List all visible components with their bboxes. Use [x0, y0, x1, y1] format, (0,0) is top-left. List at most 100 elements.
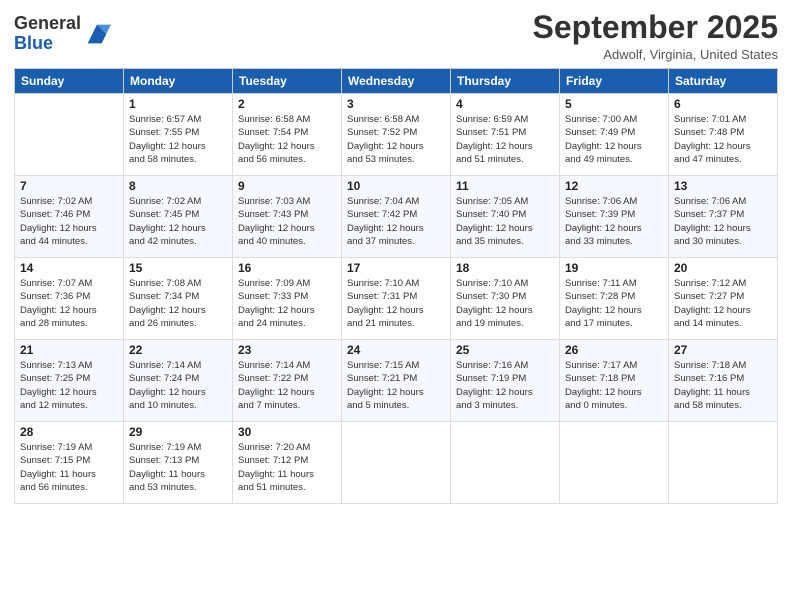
day-info: Sunrise: 7:02 AMSunset: 7:46 PMDaylight:… — [20, 195, 118, 248]
table-row: 22 Sunrise: 7:14 AMSunset: 7:24 PMDayligh… — [124, 340, 233, 422]
table-row: 3 Sunrise: 6:58 AMSunset: 7:52 PMDaylight… — [342, 94, 451, 176]
calendar-table: Sunday Monday Tuesday Wednesday Thursday… — [14, 68, 778, 504]
day-number: 16 — [238, 261, 336, 275]
calendar-week-row: 21Sunrise: 7:13 AMSunset: 7:25 PMDayligh… — [15, 340, 778, 422]
day-number: 25 — [456, 343, 554, 357]
day-number: 17 — [347, 261, 445, 275]
day-number: 29 — [129, 425, 227, 439]
day-number: 23 — [238, 343, 336, 357]
table-row: 21Sunrise: 7:13 AMSunset: 7:25 PMDayligh… — [15, 340, 124, 422]
day-number: 1 — [129, 97, 227, 111]
logo-icon — [83, 20, 111, 48]
col-wednesday: Wednesday — [342, 69, 451, 94]
day-number: 15 — [129, 261, 227, 275]
table-row: 7 Sunrise: 7:02 AMSunset: 7:46 PMDaylight… — [15, 176, 124, 258]
day-number: 28 — [20, 425, 118, 439]
table-row — [15, 94, 124, 176]
day-info: Sunrise: 7:07 AMSunset: 7:36 PMDaylight:… — [20, 277, 118, 330]
main-container: General Blue September 2025 Adwolf, Virg… — [0, 0, 792, 514]
col-saturday: Saturday — [669, 69, 778, 94]
day-info: Sunrise: 6:59 AMSunset: 7:51 PMDaylight:… — [456, 113, 554, 166]
table-row: 1 Sunrise: 6:57 AMSunset: 7:55 PMDaylight… — [124, 94, 233, 176]
day-number: 26 — [565, 343, 663, 357]
logo-blue: Blue — [14, 33, 53, 53]
table-row: 29 Sunrise: 7:19 AMSunset: 7:13 PMDayligh… — [124, 422, 233, 504]
table-row: 14 Sunrise: 7:07 AMSunset: 7:36 PMDayligh… — [15, 258, 124, 340]
logo-text: General Blue — [14, 14, 81, 54]
calendar-week-row: 28 Sunrise: 7:19 AMSunset: 7:15 PMDayligh… — [15, 422, 778, 504]
table-row: 27Sunrise: 7:18 AMSunset: 7:16 PMDayligh… — [669, 340, 778, 422]
day-number: 2 — [238, 97, 336, 111]
table-row: 24Sunrise: 7:15 AMSunset: 7:21 PMDayligh… — [342, 340, 451, 422]
day-number: 9 — [238, 179, 336, 193]
col-monday: Monday — [124, 69, 233, 94]
day-info: Sunrise: 7:01 AMSunset: 7:48 PMDaylight:… — [674, 113, 772, 166]
table-row: 6 Sunrise: 7:01 AMSunset: 7:48 PMDaylight… — [669, 94, 778, 176]
day-info: Sunrise: 7:15 AMSunset: 7:21 PMDaylight:… — [347, 359, 445, 412]
table-row: 13 Sunrise: 7:06 AMSunset: 7:37 PMDayligh… — [669, 176, 778, 258]
day-number: 6 — [674, 97, 772, 111]
table-row: 20 Sunrise: 7:12 AMSunset: 7:27 PMDayligh… — [669, 258, 778, 340]
day-info: Sunrise: 7:03 AMSunset: 7:43 PMDaylight:… — [238, 195, 336, 248]
day-number: 13 — [674, 179, 772, 193]
table-row — [560, 422, 669, 504]
table-row: 30 Sunrise: 7:20 AMSunset: 7:12 PMDayligh… — [233, 422, 342, 504]
day-info: Sunrise: 7:14 AMSunset: 7:24 PMDaylight:… — [129, 359, 227, 412]
day-info: Sunrise: 7:10 AMSunset: 7:30 PMDaylight:… — [456, 277, 554, 330]
table-row: 28 Sunrise: 7:19 AMSunset: 7:15 PMDayligh… — [15, 422, 124, 504]
col-tuesday: Tuesday — [233, 69, 342, 94]
day-number: 30 — [238, 425, 336, 439]
day-number: 22 — [129, 343, 227, 357]
day-number: 8 — [129, 179, 227, 193]
table-row: 17 Sunrise: 7:10 AMSunset: 7:31 PMDayligh… — [342, 258, 451, 340]
day-number: 7 — [20, 179, 118, 193]
col-sunday: Sunday — [15, 69, 124, 94]
day-info: Sunrise: 7:10 AMSunset: 7:31 PMDaylight:… — [347, 277, 445, 330]
month-title: September 2025 — [533, 10, 778, 45]
day-number: 19 — [565, 261, 663, 275]
day-info: Sunrise: 6:58 AMSunset: 7:54 PMDaylight:… — [238, 113, 336, 166]
day-number: 12 — [565, 179, 663, 193]
day-info: Sunrise: 7:05 AMSunset: 7:40 PMDaylight:… — [456, 195, 554, 248]
table-row: 9 Sunrise: 7:03 AMSunset: 7:43 PMDaylight… — [233, 176, 342, 258]
table-row — [669, 422, 778, 504]
title-block: September 2025 Adwolf, Virginia, United … — [533, 10, 778, 62]
location: Adwolf, Virginia, United States — [533, 47, 778, 62]
day-info: Sunrise: 7:09 AMSunset: 7:33 PMDaylight:… — [238, 277, 336, 330]
calendar-week-row: 14 Sunrise: 7:07 AMSunset: 7:36 PMDayligh… — [15, 258, 778, 340]
day-number: 5 — [565, 97, 663, 111]
table-row: 11Sunrise: 7:05 AMSunset: 7:40 PMDayligh… — [451, 176, 560, 258]
day-info: Sunrise: 7:17 AMSunset: 7:18 PMDaylight:… — [565, 359, 663, 412]
table-row: 8Sunrise: 7:02 AMSunset: 7:45 PMDaylight… — [124, 176, 233, 258]
col-thursday: Thursday — [451, 69, 560, 94]
table-row: 18 Sunrise: 7:10 AMSunset: 7:30 PMDayligh… — [451, 258, 560, 340]
header: General Blue September 2025 Adwolf, Virg… — [14, 10, 778, 62]
day-info: Sunrise: 7:00 AMSunset: 7:49 PMDaylight:… — [565, 113, 663, 166]
day-number: 3 — [347, 97, 445, 111]
table-row: 25Sunrise: 7:16 AMSunset: 7:19 PMDayligh… — [451, 340, 560, 422]
logo: General Blue — [14, 14, 111, 54]
day-info: Sunrise: 7:19 AMSunset: 7:13 PMDaylight:… — [129, 441, 227, 494]
day-info: Sunrise: 7:06 AMSunset: 7:37 PMDaylight:… — [674, 195, 772, 248]
day-number: 14 — [20, 261, 118, 275]
table-row: 19Sunrise: 7:11 AMSunset: 7:28 PMDayligh… — [560, 258, 669, 340]
day-number: 20 — [674, 261, 772, 275]
day-number: 21 — [20, 343, 118, 357]
table-row: 23 Sunrise: 7:14 AMSunset: 7:22 PMDayligh… — [233, 340, 342, 422]
day-info: Sunrise: 7:19 AMSunset: 7:15 PMDaylight:… — [20, 441, 118, 494]
day-info: Sunrise: 7:20 AMSunset: 7:12 PMDaylight:… — [238, 441, 336, 494]
table-row: 2 Sunrise: 6:58 AMSunset: 7:54 PMDaylight… — [233, 94, 342, 176]
calendar-week-row: 7 Sunrise: 7:02 AMSunset: 7:46 PMDaylight… — [15, 176, 778, 258]
table-row: 12 Sunrise: 7:06 AMSunset: 7:39 PMDayligh… — [560, 176, 669, 258]
table-row — [451, 422, 560, 504]
table-row: 4Sunrise: 6:59 AMSunset: 7:51 PMDaylight… — [451, 94, 560, 176]
table-row: 16 Sunrise: 7:09 AMSunset: 7:33 PMDayligh… — [233, 258, 342, 340]
day-info: Sunrise: 7:06 AMSunset: 7:39 PMDaylight:… — [565, 195, 663, 248]
day-info: Sunrise: 7:12 AMSunset: 7:27 PMDaylight:… — [674, 277, 772, 330]
day-info: Sunrise: 6:58 AMSunset: 7:52 PMDaylight:… — [347, 113, 445, 166]
day-info: Sunrise: 7:14 AMSunset: 7:22 PMDaylight:… — [238, 359, 336, 412]
day-number: 18 — [456, 261, 554, 275]
day-info: Sunrise: 6:57 AMSunset: 7:55 PMDaylight:… — [129, 113, 227, 166]
logo-general: General — [14, 13, 81, 33]
day-number: 27 — [674, 343, 772, 357]
